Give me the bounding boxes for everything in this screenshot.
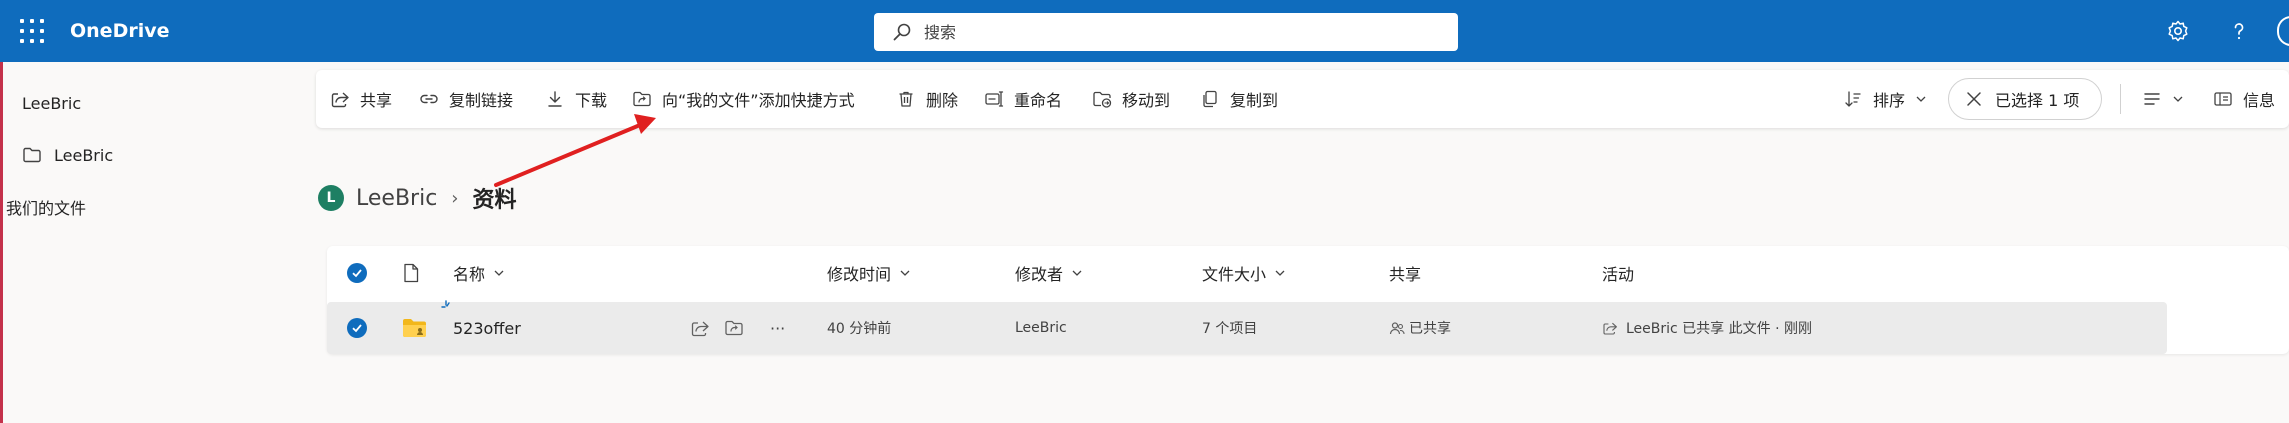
chevron-down-icon (900, 270, 910, 276)
delete-label: 删除 (926, 91, 959, 110)
move-to-label: 移动到 (1122, 91, 1171, 110)
column-header-modified-by[interactable]: 修改者 (1015, 246, 1083, 300)
sidebar-shared-files[interactable]: 我们的文件 (6, 195, 86, 219)
selection-pill[interactable]: 已选择 1 项 (1948, 78, 2102, 120)
share-icon (1603, 322, 1617, 335)
app-title[interactable]: OneDrive (70, 0, 170, 62)
folder-shortcut-icon (633, 91, 651, 107)
chevron-down-icon (1072, 270, 1082, 276)
info-button[interactable]: 信息 (2213, 70, 2275, 128)
download-label: 下载 (575, 91, 608, 110)
sidebar-item-leebric[interactable]: LeeBric (22, 145, 113, 165)
breadcrumb: L LeeBric › 资料 (318, 180, 517, 216)
list-header: 名称 修改时间 修改者 文件大小 共享 活动 (327, 246, 2289, 300)
breadcrumb-separator-icon: › (451, 187, 459, 209)
row-activity: LeeBric 已共享 此文件 · 刚刚 (1602, 302, 1812, 354)
trash-icon (899, 91, 913, 107)
search-icon (893, 23, 911, 41)
download-icon (548, 91, 562, 107)
file-type-header-icon[interactable] (402, 246, 420, 300)
file-name[interactable]: 523offer (453, 302, 521, 354)
settings-gear-icon[interactable] (2164, 17, 2192, 45)
account-avatar[interactable] (2277, 16, 2289, 46)
share-button[interactable]: 共享 (330, 70, 392, 128)
folder-icon (23, 147, 41, 163)
help-icon[interactable] (2225, 17, 2253, 45)
column-header-sharing[interactable]: 共享 (1389, 246, 1421, 300)
column-header-size[interactable]: 文件大小 (1202, 246, 1286, 300)
sidebar-item-label: LeeBric (54, 145, 114, 165)
sort-icon (1845, 91, 1861, 107)
list-view-icon (2144, 93, 2160, 105)
row-modified: 40 分钟前 (827, 321, 892, 337)
copy-to-label: 复制到 (1230, 91, 1279, 110)
row-size: 7 个项目 (1202, 321, 1258, 337)
breadcrumb-root[interactable]: LeeBric (356, 186, 437, 211)
checkmark-icon (352, 324, 362, 333)
folder-move-icon (1093, 91, 1112, 108)
copy-to-button[interactable]: 复制到 (1200, 70, 1278, 128)
rename-label: 重命名 (1014, 91, 1063, 110)
checkmark-icon (352, 269, 362, 278)
info-panel-icon (2214, 92, 2232, 106)
chevron-down-icon (1916, 96, 1926, 102)
column-header-modified[interactable]: 修改时间 (827, 246, 911, 300)
chevron-down-icon (1275, 270, 1285, 276)
rename-button[interactable]: 重命名 (984, 70, 1062, 128)
chevron-down-icon (494, 270, 504, 276)
left-edge-accent (0, 62, 3, 423)
command-bar: 共享 复制链接 下载 向“我的文件”添加快捷方式 删除 重命名 移动到 复制到 … (316, 70, 2289, 128)
chevron-down-icon (2173, 96, 2183, 102)
add-shortcut-button[interactable]: 向“我的文件”添加快捷方式 (632, 70, 855, 128)
info-label: 信息 (2243, 91, 2276, 110)
left-sidebar: LeeBric LeeBric 我们的文件 (0, 62, 300, 423)
copy-icon (1203, 90, 1217, 108)
sidebar-user-name: LeeBric (22, 94, 82, 113)
move-to-button[interactable]: 移动到 (1092, 70, 1170, 128)
share-label: 共享 (360, 91, 393, 110)
column-header-activity[interactable]: 活动 (1602, 246, 1634, 300)
page-title: 资料 (472, 188, 517, 213)
row-checkbox[interactable] (347, 302, 367, 354)
people-icon (1389, 322, 1405, 335)
more-options-icon[interactable]: ··· (770, 302, 785, 354)
row-shortcut-icon[interactable] (724, 302, 744, 354)
selected-count: 已选择 1 项 (1995, 91, 2080, 110)
search-input[interactable] (924, 22, 1424, 42)
copy-link-button[interactable]: 复制链接 (419, 70, 513, 128)
divider (2120, 84, 2121, 114)
add-shortcut-label: 向“我的文件”添加快捷方式 (662, 91, 855, 110)
row-share-icon[interactable] (690, 302, 710, 354)
table-row[interactable]: 523offer ··· 40 分钟前 LeeBric 7 个项目 已共享 Le… (327, 300, 2167, 354)
delete-button[interactable]: 删除 (896, 70, 958, 128)
rename-icon (985, 91, 1004, 107)
view-options-button[interactable] (2142, 70, 2184, 128)
close-icon[interactable] (1965, 90, 1983, 108)
file-list: 名称 修改时间 修改者 文件大小 共享 活动 523offer ··· 40 分… (327, 246, 2289, 354)
row-sharing[interactable]: 已共享 (1389, 302, 1451, 354)
row-modified-by[interactable]: LeeBric (1015, 302, 1067, 354)
column-header-name[interactable]: 名称 (453, 246, 505, 300)
sort-button[interactable]: 排序 (1843, 70, 1927, 128)
sort-label: 排序 (1873, 91, 1906, 110)
app-launcher-icon[interactable] (20, 19, 44, 43)
share-icon (331, 92, 349, 108)
top-bar: OneDrive (0, 0, 2289, 62)
avatar: L (318, 185, 344, 211)
search-box[interactable] (874, 13, 1458, 51)
select-all-checkbox[interactable] (347, 246, 367, 300)
download-button[interactable]: 下载 (545, 70, 607, 128)
copy-link-label: 复制链接 (449, 91, 514, 110)
link-icon (420, 94, 438, 104)
shared-folder-icon (402, 302, 428, 354)
